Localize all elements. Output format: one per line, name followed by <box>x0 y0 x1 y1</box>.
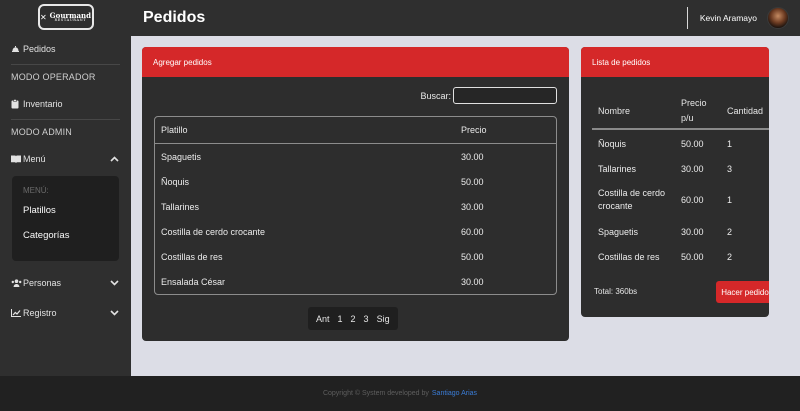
order-qty: 1 <box>727 195 733 205</box>
table-row[interactable]: Ñoquis 50.00 1 <box>592 131 769 156</box>
table-row[interactable]: Costilla de cerdo crocante 60.00 <box>155 219 556 244</box>
chevron-down-icon[interactable] <box>108 280 120 286</box>
avatar[interactable] <box>767 7 789 29</box>
table-row[interactable]: Ñoquis 50.00 <box>155 169 556 194</box>
order-name: Ñoquis <box>598 138 627 149</box>
bell-icon <box>11 45 23 53</box>
place-order-button[interactable]: Hacer pedido <box>716 281 769 303</box>
table-row[interactable]: Tallarines 30.00 3 <box>592 156 769 181</box>
dishes-table: Platillo Precio Spaguetis 30.00 Ñoquis 50.… <box>154 116 557 295</box>
logo[interactable]: ✕ Gourmand RESTAURANT <box>37 4 94 30</box>
order-price: 50.00 <box>681 138 704 149</box>
dish-name: Spaguetis <box>161 151 202 162</box>
sidebar-item-menu[interactable]: Menú <box>0 144 131 174</box>
order-qty: 2 <box>727 251 733 262</box>
table-row[interactable]: Costillas de res 50.00 2 <box>592 244 769 269</box>
footer-author-link[interactable]: Santiago Arias <box>432 390 477 397</box>
add-orders-panel: Agregar pedidos Buscar: Platillo Precio … <box>142 47 569 341</box>
order-price: 60.00 <box>681 195 704 205</box>
pagination-next[interactable]: Sig <box>373 314 394 324</box>
panel-header: Lista de pedidos <box>581 47 769 77</box>
dish-price: 30.00 <box>461 151 484 162</box>
table-row[interactable]: Costilla de cerdo crocante 60.00 1 <box>592 181 769 219</box>
table-row[interactable]: Costillas de res 50.00 <box>155 244 556 269</box>
table-row[interactable]: Spaguetis 30.00 <box>155 144 556 169</box>
pagination-page-2[interactable]: 2 <box>347 314 360 324</box>
section-operator: MODO OPERADOR <box>11 72 96 82</box>
dish-name: Costilla de cerdo crocante <box>161 226 266 237</box>
dish-name: Ñoquis <box>161 176 190 187</box>
column-header-precio[interactable]: Precio <box>461 125 556 135</box>
orders-table-body: Ñoquis 50.00 1 Tallarines 30.00 3 Costilla d… <box>592 131 769 269</box>
utensils-icon: ✕ <box>39 12 47 22</box>
sidebar-item-registro[interactable]: Registro <box>0 298 131 328</box>
order-qty: 3 <box>727 163 733 174</box>
order-name: Costillas de res <box>598 251 660 262</box>
footer-text: Copyright © System developed by <box>322 390 429 397</box>
column-header-cantidad: Cantidad <box>727 106 764 116</box>
dish-name: Ensalada César <box>161 276 226 287</box>
logo-text: Gourmand RESTAURANT <box>49 10 92 22</box>
search-input[interactable] <box>453 87 557 104</box>
dish-name: Costillas de res <box>161 251 223 262</box>
order-name: Tallarines <box>598 163 637 174</box>
order-price: 30.00 <box>681 163 704 174</box>
submenu-title: MENÚ: <box>23 185 49 195</box>
footer: Copyright © System developed by Santiago… <box>0 376 800 411</box>
pagination-prev[interactable]: Ant <box>312 314 334 324</box>
order-total: Total: 360bs <box>594 287 638 296</box>
orders-list-panel: Lista de pedidos Nombre Precio p/u Canti… <box>581 47 769 317</box>
search-row: Buscar: <box>420 87 557 104</box>
pagination: Ant 1 2 3 Sig <box>308 307 398 330</box>
submenu-item-categorias[interactable]: Categorías <box>12 223 119 248</box>
order-price: 30.00 <box>681 226 704 237</box>
dish-price: 30.00 <box>461 201 484 212</box>
dish-price: 60.00 <box>461 226 484 237</box>
column-header-precio: Precio p/u <box>681 98 707 123</box>
sidebar-item-pedidos[interactable]: Pedidos <box>0 34 131 64</box>
dish-name: Tallarines <box>161 201 200 212</box>
order-name: Costilla de cerdo crocante <box>598 188 666 211</box>
clipboard-icon <box>11 99 23 109</box>
order-qty: 2 <box>727 226 733 237</box>
user-area: Kevin Aramayo <box>686 0 800 36</box>
section-admin: MODO ADMIN <box>11 127 73 137</box>
top-bar: Pedidos Kevin Aramayo <box>131 0 800 36</box>
column-header-nombre: Nombre <box>598 106 631 116</box>
sidebar: ✕ Gourmand RESTAURANT Pedidos MODO OPERAD… <box>0 0 131 376</box>
table-row[interactable]: Spaguetis 30.00 2 <box>592 219 769 244</box>
dish-price: 30.00 <box>461 276 484 287</box>
sidebar-item-personas[interactable]: Personas <box>0 268 131 298</box>
order-name: Spaguetis <box>598 226 639 237</box>
chevron-up-icon[interactable] <box>108 156 120 162</box>
search-label: Buscar: <box>420 90 451 101</box>
submenu-item-platillos[interactable]: Platillos <box>12 198 119 223</box>
column-header-platillo[interactable]: Platillo <box>155 125 461 135</box>
dish-price: 50.00 <box>461 176 484 187</box>
orders-table-header: Nombre Precio p/u Cantidad <box>592 94 769 130</box>
menu-submenu: MENÚ: Platillos Categorías <box>12 176 119 261</box>
order-price: 50.00 <box>681 251 704 262</box>
pagination-page-1[interactable]: 1 <box>334 314 347 324</box>
pagination-page-3[interactable]: 3 <box>360 314 373 324</box>
chevron-down-icon[interactable] <box>108 310 120 316</box>
user-name[interactable]: Kevin Aramayo <box>700 13 757 23</box>
table-header: Platillo Precio <box>155 117 556 144</box>
page-title: Pedidos <box>143 9 206 26</box>
book-icon <box>11 155 23 163</box>
table-row[interactable]: Tallarines 30.00 <box>155 194 556 219</box>
divider <box>686 7 688 29</box>
dish-price: 50.00 <box>461 251 484 262</box>
logo-area: ✕ Gourmand RESTAURANT <box>0 0 131 34</box>
table-row[interactable]: Ensalada César 30.00 <box>155 269 556 294</box>
panel-header: Agregar pedidos <box>142 47 569 77</box>
sidebar-item-inventario[interactable]: Inventario <box>0 89 131 119</box>
chart-line-icon <box>11 309 23 317</box>
users-icon <box>11 279 23 287</box>
order-qty: 1 <box>727 138 733 149</box>
